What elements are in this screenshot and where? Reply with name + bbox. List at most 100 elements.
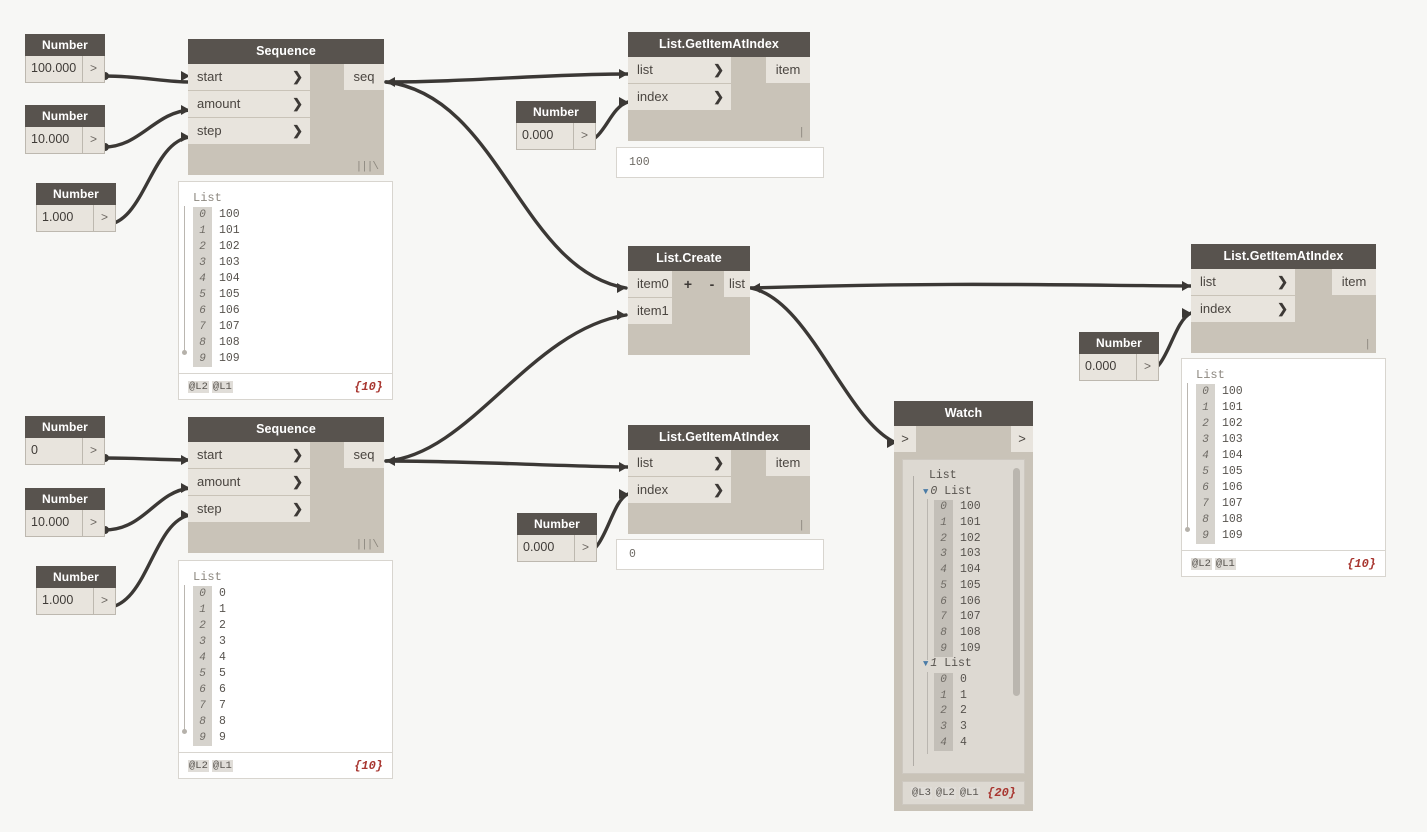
getitematindex-node-bottom[interactable]: List.GetItemAtIndex list ❯ item index ❯ …: [628, 425, 810, 534]
preview-getitem-top-value[interactable]: 100: [616, 147, 824, 178]
sequence-node-top[interactable]: Sequence start ❯ seq amount ❯ step ❯ |||…: [188, 39, 384, 175]
input-port-item1[interactable]: item1: [628, 298, 672, 324]
output-port-icon[interactable]: >: [93, 588, 115, 614]
number-value[interactable]: 10.000: [26, 510, 82, 536]
output-port-icon[interactable]: >: [82, 56, 104, 82]
number-node-100[interactable]: Number 100.000 >: [25, 34, 105, 83]
output-port-icon[interactable]: >: [573, 123, 595, 149]
number-value[interactable]: 0.000: [517, 123, 573, 149]
caret-down-icon[interactable]: ▼: [923, 487, 928, 497]
number-field[interactable]: 1.000 >: [36, 588, 116, 615]
number-field[interactable]: 10.000 >: [25, 510, 105, 537]
number-value[interactable]: 10.000: [26, 127, 82, 153]
output-port-item[interactable]: item: [1332, 269, 1376, 295]
output-port-list[interactable]: list: [724, 271, 750, 297]
input-row-step[interactable]: step ❯: [188, 118, 384, 145]
output-port-icon[interactable]: >: [574, 535, 596, 561]
watch-scrollbar[interactable]: [1013, 468, 1020, 696]
lacing-indicator-icon[interactable]: |||\: [356, 539, 378, 551]
number-node-index-bottom[interactable]: Number 0.000 >: [517, 513, 597, 562]
level-badge[interactable]: @L2: [1191, 558, 1212, 570]
input-port-amount[interactable]: amount ❯: [188, 469, 310, 495]
watch-tree-panel[interactable]: List ▼0 List0100110121023103410451056106…: [902, 459, 1025, 774]
level-badge[interactable]: @L2: [188, 381, 209, 393]
input-row-list[interactable]: list ❯ item: [628, 57, 810, 84]
add-input-button[interactable]: +: [675, 271, 701, 297]
lacing-indicator-icon[interactable]: |||\: [356, 161, 378, 173]
chevron-right-icon[interactable]: ❯: [292, 469, 303, 495]
chevron-right-icon[interactable]: ❯: [713, 450, 724, 476]
input-port-amount[interactable]: amount ❯: [188, 91, 310, 117]
lacing-indicator-icon[interactable]: |: [1364, 339, 1370, 351]
input-port-watch[interactable]: >: [894, 426, 916, 452]
lacing-indicator-icon[interactable]: |: [798, 520, 804, 532]
preview-sequence-top-list[interactable]: List 01001101210231034104510561067107810…: [178, 181, 393, 400]
chevron-right-icon[interactable]: ❯: [1277, 269, 1288, 295]
level-badge[interactable]: @L1: [212, 760, 233, 772]
list-levels[interactable]: @L2@L1: [1191, 558, 1239, 570]
input-row-index[interactable]: index ❯: [628, 477, 810, 504]
watch-node[interactable]: Watch > > List ▼0 List010011012102310341…: [894, 401, 1033, 811]
output-port-icon[interactable]: >: [82, 510, 104, 536]
list-levels[interactable]: @L3@L2@L1: [911, 787, 983, 799]
number-field[interactable]: 0.000 >: [516, 123, 596, 150]
input-port-index[interactable]: index ❯: [1191, 296, 1295, 322]
number-value[interactable]: 0: [26, 438, 82, 464]
level-badge[interactable]: @L2: [188, 760, 209, 772]
output-port-watch[interactable]: >: [1011, 426, 1033, 452]
sequence-node-bottom[interactable]: Sequence start ❯ seq amount ❯ step ❯ |||…: [188, 417, 384, 553]
output-port-seq[interactable]: seq: [344, 64, 384, 90]
level-badge[interactable]: @L1: [212, 381, 233, 393]
input-row-amount[interactable]: amount ❯: [188, 469, 384, 496]
level-badge[interactable]: @L1: [1215, 558, 1236, 570]
number-node-index-right[interactable]: Number 0.000 >: [1079, 332, 1159, 381]
level-badge[interactable]: @L2: [935, 787, 956, 799]
preview-sequence-bottom-list[interactable]: List 00112233445566778899 @L2@L1 {10}: [178, 560, 393, 779]
lacing-indicator-icon[interactable]: |: [798, 127, 804, 139]
preview-getitem-bottom-value[interactable]: 0: [616, 539, 824, 570]
chevron-right-icon[interactable]: ❯: [292, 496, 303, 522]
number-node-index-top[interactable]: Number 0.000 >: [516, 101, 596, 150]
input-row-start[interactable]: start ❯ seq: [188, 442, 384, 469]
input-row-index[interactable]: index ❯: [628, 84, 810, 111]
number-field[interactable]: 0 >: [25, 438, 105, 465]
number-value[interactable]: 0.000: [518, 535, 574, 561]
input-row-amount[interactable]: amount ❯: [188, 91, 384, 118]
number-value[interactable]: 1.000: [37, 588, 93, 614]
level-badge[interactable]: @L3: [911, 787, 932, 799]
remove-input-button[interactable]: -: [699, 271, 725, 297]
number-node-0-start[interactable]: Number 0 >: [25, 416, 105, 465]
chevron-right-icon[interactable]: ❯: [292, 442, 303, 468]
input-row-index[interactable]: index ❯: [1191, 296, 1376, 323]
number-node-10-bottom[interactable]: Number 10.000 >: [25, 488, 105, 537]
chevron-right-icon[interactable]: ❯: [292, 91, 303, 117]
watch-group-header[interactable]: ▼1 List: [915, 656, 1024, 672]
input-row-list[interactable]: list ❯ item: [1191, 269, 1376, 296]
getitematindex-node-top[interactable]: List.GetItemAtIndex list ❯ item index ❯ …: [628, 32, 810, 141]
chevron-right-icon[interactable]: ❯: [292, 64, 303, 90]
number-value[interactable]: 1.000: [37, 205, 93, 231]
dynamo-canvas[interactable]: Number 100.000 > Number 10.000 > Number …: [0, 0, 1427, 832]
output-port-icon[interactable]: >: [93, 205, 115, 231]
number-field[interactable]: 100.000 >: [25, 56, 105, 83]
input-port-start[interactable]: start ❯: [188, 64, 310, 90]
list-levels[interactable]: @L2@L1: [188, 760, 236, 772]
input-row-start[interactable]: start ❯ seq: [188, 64, 384, 91]
preview-getitem-right-list[interactable]: List 01001101210231034104510561067107810…: [1181, 358, 1386, 577]
output-port-item[interactable]: item: [766, 57, 810, 83]
input-port-list[interactable]: list ❯: [1191, 269, 1295, 295]
number-field[interactable]: 0.000 >: [517, 535, 597, 562]
input-port-step[interactable]: step ❯: [188, 118, 310, 144]
number-node-1-bottom[interactable]: Number 1.000 >: [36, 566, 116, 615]
chevron-right-icon[interactable]: ❯: [292, 118, 303, 144]
input-row-item1[interactable]: item1: [628, 298, 750, 325]
chevron-right-icon[interactable]: ❯: [1277, 296, 1288, 322]
listcreate-node[interactable]: List.Create item0 + - list item1: [628, 246, 750, 355]
input-row-step[interactable]: step ❯: [188, 496, 384, 523]
chevron-right-icon[interactable]: ❯: [713, 477, 724, 503]
list-levels[interactable]: @L2@L1: [188, 381, 236, 393]
output-port-icon[interactable]: >: [82, 438, 104, 464]
input-port-index[interactable]: index ❯: [628, 84, 731, 110]
chevron-right-icon[interactable]: ❯: [713, 57, 724, 83]
number-node-10-top[interactable]: Number 10.000 >: [25, 105, 105, 154]
